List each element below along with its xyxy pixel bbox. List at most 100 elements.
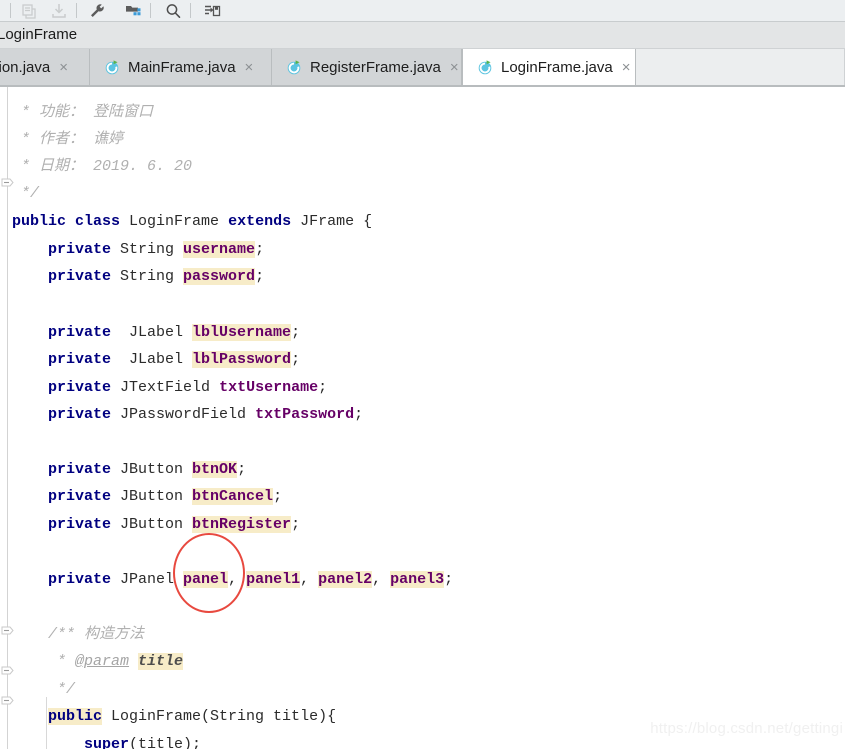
code-token: 日期： 2019. 6. 20	[39, 158, 193, 175]
code-token: username	[183, 241, 256, 258]
code-line: public class LoginFrame extends JFrame {	[12, 208, 372, 236]
tab-close-icon[interactable]: ×	[450, 60, 459, 75]
code-token: extends	[228, 213, 292, 230]
code-token: private	[48, 461, 112, 478]
project-structure-icon[interactable]	[124, 2, 142, 20]
java-class-icon	[477, 59, 494, 76]
code-token: LoginFrame(String title){	[102, 708, 337, 725]
code-token: LoginFrame	[120, 213, 229, 230]
tab-label: LoginFrame.java	[501, 59, 613, 76]
code-token: ;	[318, 379, 328, 396]
code-line: private JPasswordField txtPassword;	[12, 401, 363, 429]
code-token: private	[48, 488, 112, 505]
code-token: */	[12, 185, 40, 202]
ide-window: LoginFrame ation.java×MainFrame.java×Reg…	[0, 0, 845, 749]
code-token: ,	[372, 571, 391, 588]
code-line: */	[12, 180, 39, 208]
code-line: private JPanel panel, panel1, panel2, pa…	[12, 566, 453, 594]
breadcrumb-bar: LoginFrame	[0, 22, 845, 49]
code-token: btnRegister	[192, 516, 292, 533]
code-token: panel3	[390, 571, 445, 588]
code-token: JTextField	[111, 379, 220, 396]
code-token: JButton	[111, 488, 193, 505]
code-token: JFrame {	[291, 213, 373, 230]
wrench-settings-icon[interactable]	[88, 2, 106, 20]
code-token: *	[12, 158, 40, 175]
editor-tab[interactable]: LoginFrame.java ×	[462, 49, 636, 86]
csdn-watermark: https://blog.csdn.net/gettingi	[650, 720, 843, 737]
code-token: private	[48, 268, 112, 285]
code-token: private	[48, 324, 112, 341]
code-token: btnCancel	[192, 488, 274, 505]
editor-tab[interactable]: MainFrame.java ×	[90, 49, 272, 85]
toolbar-separator	[76, 3, 77, 18]
code-token: ;	[291, 516, 301, 533]
tab-close-icon[interactable]: ×	[59, 60, 68, 75]
code-token: ;	[354, 406, 364, 423]
code-token: super	[84, 736, 130, 749]
code-token: private	[48, 351, 112, 368]
code-line: /** 构造方法	[12, 621, 144, 649]
code-token: @param	[75, 653, 130, 670]
code-line: private JLabel lblPassword;	[12, 346, 300, 374]
code-token: *	[12, 131, 40, 148]
code-token: panel2	[318, 571, 373, 588]
code-token: private	[48, 516, 112, 533]
code-line: super(title);	[12, 731, 201, 749]
code-token: ;	[255, 268, 265, 285]
export-disabled-icon[interactable]	[20, 2, 38, 20]
code-token: 功能： 登陆窗口	[39, 104, 154, 121]
code-token: lblUsername	[192, 324, 292, 341]
code-token: String	[111, 241, 184, 258]
code-token: title	[138, 653, 184, 670]
code-token: ;	[273, 488, 283, 505]
breadcrumb[interactable]: LoginFrame	[0, 26, 77, 43]
code-token: ;	[444, 571, 454, 588]
code-token: ,	[228, 571, 247, 588]
code-token: password	[183, 268, 256, 285]
code-line: private JButton btnRegister;	[12, 511, 300, 539]
toolbar-separator	[10, 3, 11, 18]
code-line: private JTextField txtUsername;	[12, 374, 327, 402]
code-editor[interactable]: * 功能： 登陆窗口 * 作者： 谯婷 * 日期： 2019. 6. 20 */…	[0, 87, 845, 749]
code-token: private	[48, 379, 112, 396]
editor-tab-bar: ation.java×MainFrame.java×RegisterFrame.…	[0, 49, 845, 86]
code-token: ,	[300, 571, 319, 588]
java-class-icon	[286, 59, 303, 76]
editor-tab[interactable]: ation.java ×	[0, 49, 90, 85]
tab-close-icon[interactable]: ×	[622, 60, 631, 75]
code-token: private	[48, 406, 112, 423]
tab-label: ation.java	[0, 58, 51, 76]
code-line: private JButton btnOK;	[12, 456, 246, 484]
code-token: JPanel	[111, 571, 184, 588]
code-token: txtUsername	[219, 379, 319, 396]
code-token: JButton	[111, 516, 193, 533]
tab-close-icon[interactable]: ×	[245, 60, 254, 75]
save-all-icon[interactable]	[203, 2, 221, 20]
code-line: private JButton btnCancel;	[12, 483, 282, 511]
code-token: *	[12, 653, 76, 670]
code-token: lblPassword	[192, 351, 292, 368]
code-line: * 作者： 谯婷	[12, 126, 123, 154]
code-line: public LoginFrame(String title){	[12, 703, 336, 731]
toolbar-separator	[190, 3, 191, 18]
code-token: JPasswordField	[111, 406, 256, 423]
code-token: JButton	[111, 461, 193, 478]
code-token: private	[48, 571, 112, 588]
import-disabled-icon[interactable]	[50, 2, 68, 20]
tab-label: MainFrame.java	[128, 58, 236, 76]
editor-tab[interactable]: RegisterFrame.java ×	[272, 49, 462, 85]
code-token: txtPassword	[255, 406, 355, 423]
code-line: * 功能： 登陆窗口	[12, 99, 153, 127]
search-icon[interactable]	[164, 2, 182, 20]
code-token: ;	[255, 241, 265, 258]
